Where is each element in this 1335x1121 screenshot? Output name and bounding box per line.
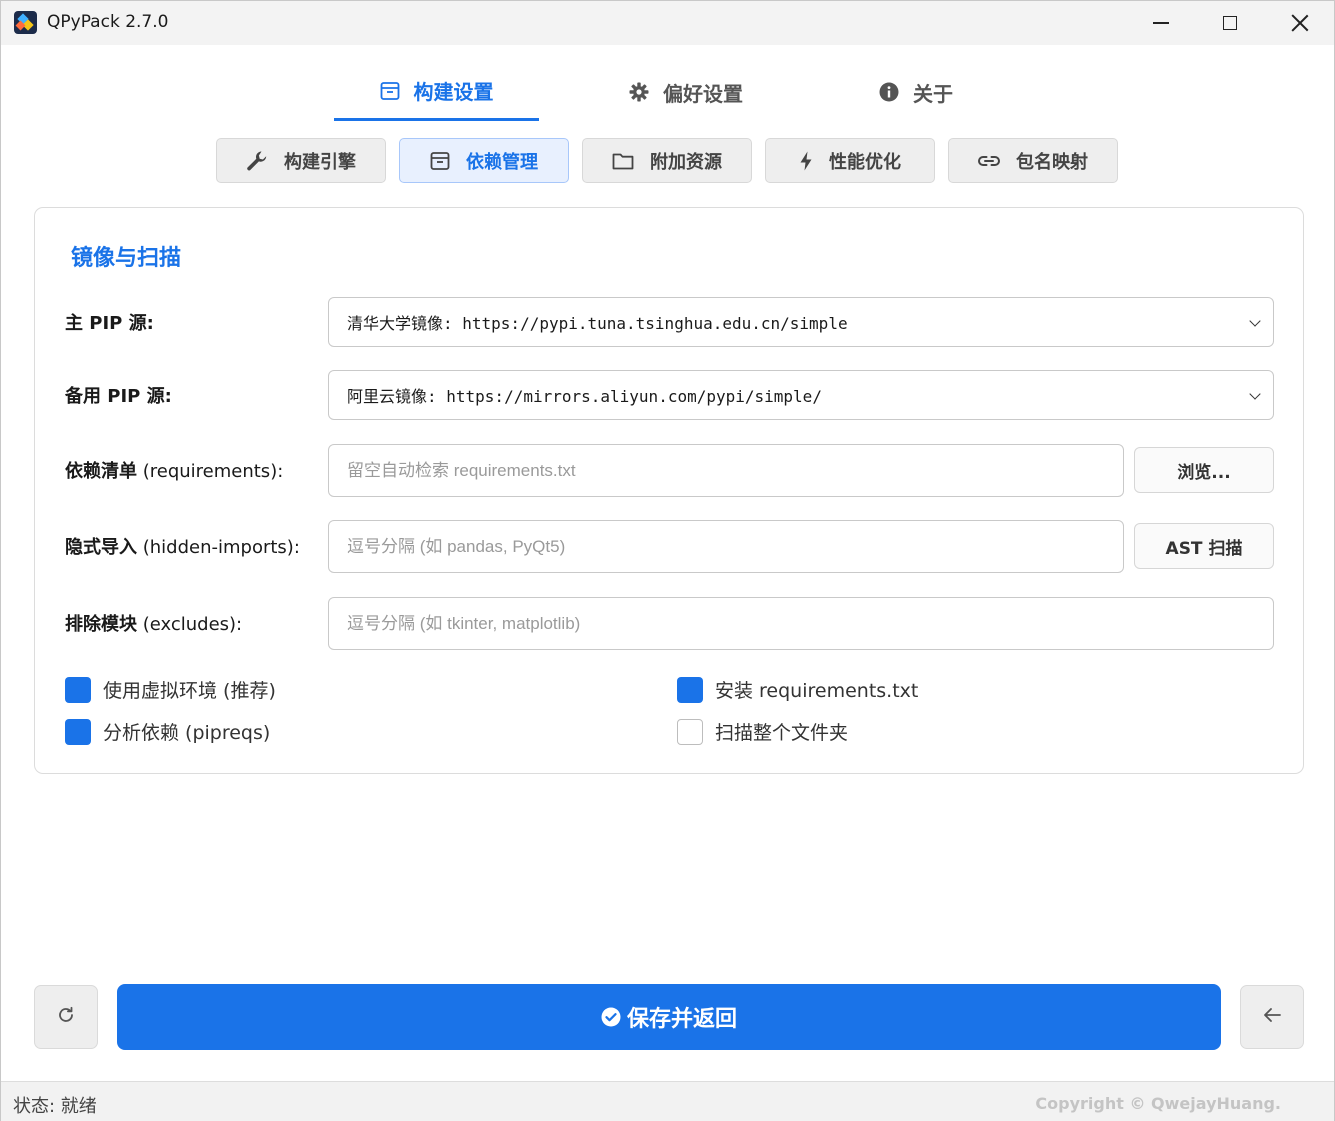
chevron-down-icon [1249,388,1261,400]
title-bar[interactable]: QPyPack 2.7.0 [1,1,1334,45]
save-and-return-label: 保存并返回 [626,1007,737,1032]
app-logo-icon [14,11,37,34]
requirements-label-bold: 依赖清单 [65,461,137,482]
tab-preferences[interactable]: 偏好设置 [601,63,771,121]
checkbox-install-requirements[interactable]: 安装 requirements.txt [677,676,918,703]
checkbox-install-requirements-label: 安装 requirements.txt [715,680,919,702]
close-icon [1291,14,1309,32]
copyright-text: Copyright © QwejayHuang. [1035,1094,1281,1113]
backup-pip-value: 阿里云镜像: https://mirrors.aliyun.com/pypi/s… [347,387,822,406]
backup-pip-label: 备用 PIP 源: [65,382,172,408]
mirror-scan-panel: 镜像与扫描 主 PIP 源: 清华大学镜像: https://pypi.tuna… [34,207,1304,774]
maximize-icon [1223,16,1237,30]
primary-pip-label-text: 主 PIP 源: [65,313,154,334]
arrow-left-icon [1263,1007,1281,1027]
link-icon [978,154,1000,168]
tab-build-settings-label: 构建设置 [413,80,494,104]
backup-pip-label-text: 备用 PIP 源: [65,386,172,407]
tab-about[interactable]: 关于 [851,63,981,121]
subtab-dependency-management[interactable]: 依赖管理 [399,138,569,183]
checkbox-use-venv[interactable]: 使用虚拟环境 (推荐) [65,676,276,703]
minimize-icon [1153,22,1169,24]
requirements-label-rest: (requirements): [137,461,284,482]
subtab-build-engine[interactable]: 构建引擎 [216,138,386,183]
checkbox-analyze-deps-label: 分析依赖 (pipreqs) [103,722,271,744]
primary-pip-label: 主 PIP 源: [65,309,154,335]
checkbox-box[interactable] [65,676,91,703]
hidden-imports-label-rest: (hidden-imports): [137,537,300,558]
excludes-input[interactable] [328,597,1274,650]
excludes-label: 排除模块 (excludes): [65,610,242,636]
app-window: QPyPack 2.7.0 构建设置 偏好设置 关于 构建引擎 依赖管理 附加资… [0,0,1335,1121]
subtab-package-mapping[interactable]: 包名映射 [948,138,1118,183]
subtab-extra-resources-label: 附加资源 [650,151,722,173]
maximize-button[interactable] [1195,1,1265,45]
checkbox-scan-folder[interactable]: 扫描整个文件夹 [677,718,848,745]
checkbox-use-venv-label: 使用虚拟环境 (推荐) [103,680,276,702]
hidden-imports-input[interactable] [328,520,1124,573]
subtab-package-mapping-label: 包名映射 [1016,151,1088,173]
close-button[interactable] [1265,1,1335,45]
status-bar: 状态: 就绪 Copyright © QwejayHuang. [1,1081,1334,1121]
subtab-build-engine-label: 构建引擎 [284,151,356,173]
excludes-label-bold: 排除模块 [65,614,137,635]
subtab-extra-resources[interactable]: 附加资源 [582,138,752,183]
subtab-performance-label: 性能优化 [829,151,901,173]
back-button[interactable] [1240,985,1304,1049]
subtab-performance[interactable]: 性能优化 [765,138,935,183]
archive-icon [380,81,400,101]
requirements-input[interactable] [328,444,1124,497]
backup-pip-select[interactable]: 阿里云镜像: https://mirrors.aliyun.com/pypi/s… [328,370,1274,420]
tab-preferences-label: 偏好设置 [663,81,743,106]
save-and-return-button[interactable]: 保存并返回 [117,984,1221,1050]
ast-scan-button[interactable]: AST 扫描 [1134,523,1274,569]
checkbox-box[interactable] [677,676,703,703]
bolt-icon [799,151,813,171]
primary-pip-select[interactable]: 清华大学镜像: https://pypi.tuna.tsinghua.edu.c… [328,297,1274,347]
info-icon [879,82,899,102]
reset-button[interactable] [34,985,98,1049]
archive-icon [430,151,450,171]
tab-build-settings[interactable]: 构建设置 [334,63,539,121]
checkbox-scan-folder-label: 扫描整个文件夹 [715,722,849,744]
status-text: 状态: 就绪 [13,1096,97,1117]
primary-pip-value: 清华大学镜像: https://pypi.tuna.tsinghua.edu.c… [347,314,848,333]
chevron-down-icon [1249,315,1261,327]
hidden-imports-label: 隐式导入 (hidden-imports): [65,533,300,559]
folder-icon [612,152,634,170]
browse-button[interactable]: 浏览... [1134,447,1274,493]
hidden-imports-label-bold: 隐式导入 [65,537,137,558]
minimize-button[interactable] [1126,1,1196,45]
excludes-label-rest: (excludes): [137,614,243,635]
subtab-dependency-management-label: 依赖管理 [466,151,538,173]
gear-icon [629,82,649,102]
window-title: QPyPack 2.7.0 [47,12,169,32]
check-circle-icon [601,1007,621,1027]
checkbox-box[interactable] [65,718,91,745]
panel-title: 镜像与扫描 [71,246,182,271]
checkbox-analyze-deps[interactable]: 分析依赖 (pipreqs) [65,718,270,745]
requirements-label: 依赖清单 (requirements): [65,457,283,483]
tab-about-label: 关于 [913,81,953,106]
wrench-icon [246,150,268,172]
checkbox-box[interactable] [677,718,703,745]
refresh-icon [57,1006,75,1028]
